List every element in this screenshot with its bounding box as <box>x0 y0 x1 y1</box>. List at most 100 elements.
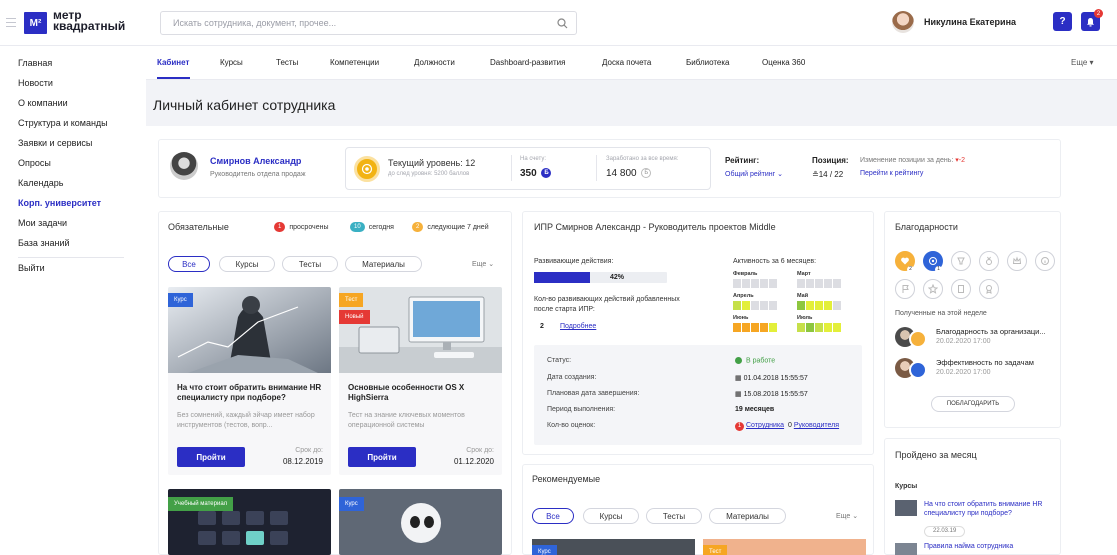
filter-all[interactable]: Все <box>168 256 210 272</box>
user-avatar[interactable] <box>892 11 914 33</box>
ratings-employee-link[interactable]: Сотрудника <box>746 422 784 429</box>
activity-cell <box>806 323 814 332</box>
course-card[interactable]: Курс На что стоит обратить внимание HR с… <box>168 287 331 475</box>
sidebar-item-about[interactable]: О компании <box>18 98 68 108</box>
activity-cell <box>824 323 832 332</box>
chevron-down-icon: ▾ <box>1089 58 1094 67</box>
activity-cell <box>833 323 841 332</box>
sidebar-item-logout[interactable]: Выйти <box>18 263 45 273</box>
badge-count: 2 <box>907 266 914 273</box>
activity-cell <box>742 323 750 332</box>
legend-next-week: 2 следующие 7 дней <box>412 222 489 232</box>
rating-select[interactable]: Общий рейтинг ⌄ <box>725 170 783 178</box>
due-date: 08.12.2019 <box>282 457 323 466</box>
sidebar-item-structure[interactable]: Структура и команды <box>18 118 108 128</box>
search-icon[interactable] <box>557 18 568 29</box>
course-card[interactable]: Учебный материал <box>168 489 331 555</box>
course-card[interactable]: Курс <box>339 489 502 555</box>
mandatory-more[interactable]: Еще ⌄ <box>472 260 494 268</box>
tab-cabinet[interactable]: Кабинет <box>157 58 189 67</box>
monthly-course-title[interactable]: На что стоит обратить внимание HR специа… <box>924 500 1052 518</box>
crown-badge-icon[interactable] <box>1007 251 1027 271</box>
recommended-course-image[interactable]: Курс <box>532 539 695 555</box>
details-link[interactable]: Подробнее <box>560 323 596 330</box>
filter-tests[interactable]: Тесты <box>646 508 702 524</box>
chevron-down-icon: ⌄ <box>852 513 859 520</box>
course-tag: Тест <box>339 293 364 307</box>
logo[interactable]: M² <box>24 12 47 34</box>
help-button[interactable]: ? <box>1053 12 1072 31</box>
thanks-item-title[interactable]: Эффективность по задачам <box>936 358 1034 367</box>
start-course-button[interactable]: Пройти <box>348 447 416 467</box>
course-title[interactable]: На что стоит обратить внимание HR специа… <box>177 383 325 403</box>
notifications-button[interactable]: 2 <box>1081 9 1103 31</box>
cup-badge-icon[interactable] <box>951 251 971 271</box>
tab-dashboard[interactable]: Dashboard-развития <box>490 58 565 67</box>
tab-honor-board[interactable]: Доска почета <box>602 58 651 67</box>
search-input[interactable] <box>173 12 553 34</box>
recommended-title: Рекомендуемые <box>532 474 601 484</box>
activity-cell <box>815 323 823 332</box>
filter-courses[interactable]: Курсы <box>219 256 275 272</box>
dev-count-value: 2 <box>540 323 544 330</box>
tab-library[interactable]: Библиотека <box>686 58 730 67</box>
status-value: В работе <box>735 357 775 364</box>
course-card[interactable]: Тест Новый Основные особенности OS X Hig… <box>339 287 502 475</box>
sidebar-item-tasks[interactable]: Мои задачи <box>18 218 67 228</box>
sidebar-item-calendar[interactable]: Календарь <box>18 178 63 188</box>
filter-tests[interactable]: Тесты <box>282 256 338 272</box>
recommended-more[interactable]: Еще ⌄ <box>836 512 858 520</box>
tab-courses[interactable]: Курсы <box>220 58 243 67</box>
course-title[interactable]: Основные особенности OS X HighSierra <box>348 383 496 403</box>
monthly-course-title[interactable]: Правила найма сотрудника <box>924 543 1013 550</box>
book-badge-icon[interactable] <box>951 279 971 299</box>
sidebar-item-surveys[interactable]: Опросы <box>18 158 51 168</box>
medal-badge-icon[interactable] <box>979 251 999 271</box>
tab-competencies[interactable]: Компетенции <box>330 58 379 67</box>
course-description: Тест на знание ключевых моментов операци… <box>348 412 465 429</box>
thanks-item-title[interactable]: Благодарность за организаци... <box>936 327 1046 336</box>
calendar-icon: ▦ <box>735 391 742 398</box>
ratings-manager-link[interactable]: Руководителя <box>794 422 839 429</box>
dev-progress-text: 42% <box>610 274 625 281</box>
tab-positions[interactable]: Должности <box>414 58 455 67</box>
notifications-count: 2 <box>1094 9 1103 18</box>
sidebar-item-news[interactable]: Новости <box>18 78 53 88</box>
sidebar-item-knowledge[interactable]: База знаний <box>18 238 70 248</box>
logo-text: метр квадратный <box>53 8 126 33</box>
flag-badge-icon[interactable] <box>895 279 915 299</box>
activity-cells <box>797 301 841 310</box>
filter-materials[interactable]: Материалы <box>345 256 422 272</box>
period-value: 19 месяцев <box>735 406 775 413</box>
user-name[interactable]: Никулина Екатерина <box>924 17 1016 27</box>
recommended-course-image[interactable]: Тест <box>703 539 866 555</box>
filter-all[interactable]: Все <box>532 508 574 524</box>
created-label: Дата создания: <box>547 374 597 381</box>
employee-name[interactable]: Смирнов Александр <box>210 156 301 166</box>
rating-link[interactable]: Перейти к рейтингу <box>860 170 923 177</box>
activity-cell <box>742 279 750 288</box>
sidebar-item-university[interactable]: Корп. университет <box>18 198 101 208</box>
activity-cell <box>733 301 741 310</box>
thank-button[interactable]: ПОБЛАГОДАРИТЬ <box>931 396 1015 412</box>
position-change: Изменение позиции за день: ▾-2 <box>860 157 966 164</box>
award-badge-icon[interactable] <box>979 279 999 299</box>
filter-courses[interactable]: Курсы <box>583 508 639 524</box>
course-tag: Курс <box>532 545 557 555</box>
sidebar-item-home[interactable]: Главная <box>18 58 52 68</box>
info-badge-icon[interactable] <box>1035 251 1055 271</box>
star-badge-icon[interactable] <box>923 279 943 299</box>
menu-icon[interactable] <box>6 18 16 27</box>
account-value: 350 Б <box>520 168 552 179</box>
tabs-more-menu[interactable]: Еще ▾ <box>1071 58 1094 67</box>
activity-cells <box>797 279 841 288</box>
planned-label: Плановая дата завершения: <box>547 390 640 397</box>
start-course-button[interactable]: Пройти <box>177 447 245 467</box>
tab-review-360[interactable]: Оценка 360 <box>762 58 805 67</box>
sidebar-item-requests[interactable]: Заявки и сервисы <box>18 138 92 148</box>
monthly-course-thumb <box>895 500 917 516</box>
activity-cell <box>833 301 841 310</box>
tab-tests[interactable]: Тесты <box>276 58 298 67</box>
due-label: Срок до: <box>295 447 323 454</box>
filter-materials[interactable]: Материалы <box>709 508 786 524</box>
